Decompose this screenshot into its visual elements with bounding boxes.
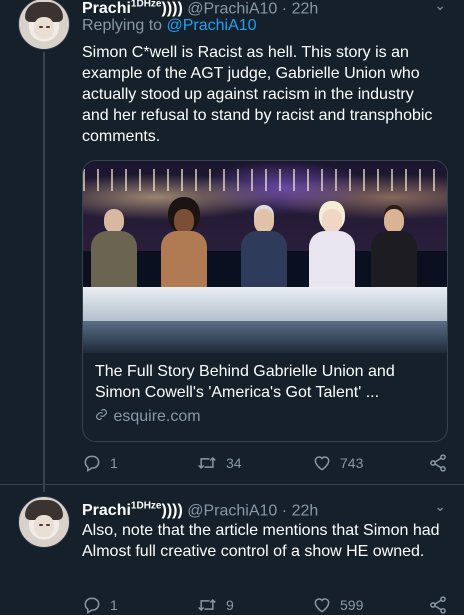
link-icon [95, 408, 109, 426]
handle[interactable]: @PrachiA10 [187, 0, 277, 17]
retweet-button[interactable]: 9 [196, 595, 234, 615]
like-count: 599 [340, 597, 364, 613]
reply-button[interactable]: 1 [82, 453, 118, 473]
card-image [83, 161, 447, 353]
like-icon [314, 456, 330, 471]
link-card[interactable]: The Full Story Behind Gabrielle Union an… [82, 160, 448, 442]
retweet-button[interactable]: 34 [196, 453, 242, 473]
like-button[interactable]: 599 [312, 595, 363, 615]
display-name[interactable]: Prachi1DHze)))) [82, 0, 183, 17]
share-button[interactable] [428, 453, 456, 473]
chevron-down-icon[interactable]: ⌄ [434, 498, 446, 515]
display-name[interactable]: Prachi1DHze)))) [82, 501, 183, 519]
share-button[interactable] [428, 595, 456, 615]
like-button[interactable]: 743 [312, 453, 363, 473]
retweet-count: 34 [226, 455, 242, 471]
share-icon [430, 454, 446, 472]
like-icon [314, 598, 330, 613]
reply-count: 1 [110, 455, 118, 471]
replying-to-link[interactable]: @PrachiA10 [167, 17, 257, 34]
retweet-icon [198, 598, 216, 612]
thread-line [43, 52, 45, 492]
handle[interactable]: @PrachiA10 [187, 502, 277, 519]
reply-count: 1 [110, 597, 118, 613]
reply-icon [84, 597, 100, 614]
avatar[interactable] [18, 496, 70, 548]
tweet-header: Prachi1DHze)))) @PrachiA10 · 22h [82, 501, 319, 520]
replying-to: Replying to @PrachiA10 [82, 17, 257, 34]
timestamp[interactable]: 22h [292, 502, 319, 519]
like-count: 743 [340, 455, 364, 471]
tweet-text: Also, note that the article mentions tha… [82, 522, 440, 560]
tweet-actions: 1 9 599 [82, 595, 446, 615]
timestamp[interactable]: 22h [292, 0, 319, 17]
share-icon [430, 596, 446, 614]
card-title[interactable]: The Full Story Behind Gabrielle Union an… [95, 361, 435, 403]
card-domain: esquire.com [95, 408, 201, 426]
reply-icon [84, 455, 100, 472]
reply-button[interactable]: 1 [82, 595, 118, 615]
tweet-actions: 1 34 743 [82, 453, 446, 473]
tweet-text: Simon C*well is Racist as hell. This sto… [82, 44, 433, 145]
tweet-divider [0, 484, 464, 485]
avatar[interactable] [18, 0, 70, 50]
chevron-down-icon[interactable]: ⌄ [434, 0, 446, 14]
retweet-count: 9 [226, 597, 234, 613]
retweet-icon [198, 456, 216, 470]
